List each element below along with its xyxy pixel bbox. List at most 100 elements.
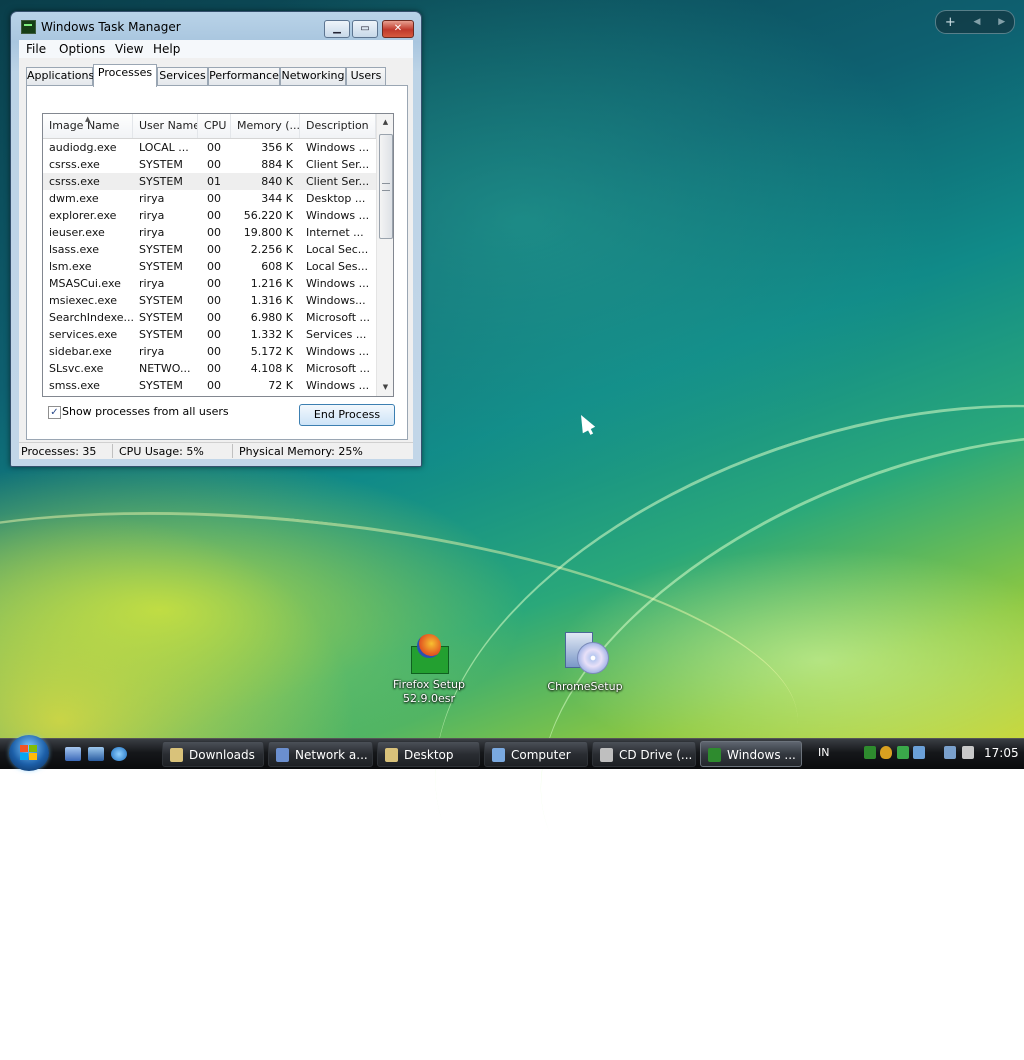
user-name-cell: SYSTEM — [139, 379, 183, 392]
menu-file[interactable]: File — [26, 42, 46, 56]
next-page-icon[interactable]: ▶ — [998, 17, 1005, 27]
menu-view[interactable]: View — [115, 42, 143, 56]
column-user-name[interactable]: User Name — [133, 114, 198, 138]
process-row[interactable]: msiexec.exe SYSTEM 00 1.316 K Windows... — [43, 292, 376, 309]
image-name-cell: sidebar.exe — [49, 345, 112, 358]
scroll-grip-icon — [382, 183, 390, 191]
taskbar-button[interactable]: Computer — [484, 741, 588, 767]
minimize-button[interactable]: ▁ — [324, 20, 350, 38]
security-shield-icon[interactable] — [880, 746, 892, 759]
internet-explorer-icon[interactable] — [111, 747, 127, 761]
process-row[interactable]: explorer.exe rirya 00 56.220 K Windows ... — [43, 207, 376, 224]
title-bar[interactable]: Windows Task Manager ▁ ▭ ✕ — [11, 12, 421, 40]
network-icon[interactable] — [944, 746, 956, 759]
taskbar-button[interactable]: CD Drive (... — [592, 741, 696, 767]
defender-icon[interactable] — [897, 746, 909, 759]
user-name-cell: SYSTEM — [139, 175, 183, 188]
description-cell: Windows ... — [306, 277, 370, 290]
cpu-cell: 00 — [207, 260, 221, 273]
clock[interactable]: 17:05 — [984, 746, 1019, 760]
start-button[interactable] — [9, 735, 49, 771]
process-list[interactable]: ▲ Image Name User Name CPU Memory (... D… — [42, 113, 394, 397]
close-button[interactable]: ✕ — [382, 20, 414, 38]
volume-muted-icon[interactable] — [962, 746, 974, 759]
column-memory[interactable]: Memory (... — [231, 114, 300, 138]
folder-icon — [170, 748, 183, 762]
tab-processes[interactable]: Processes — [93, 64, 157, 87]
taskbar-button[interactable]: Windows ... — [700, 741, 802, 767]
taskbar-button-label: Network a... — [295, 748, 368, 762]
cpu-cell: 00 — [207, 277, 221, 290]
description-cell: Desktop ... — [306, 192, 366, 205]
image-name-cell: explorer.exe — [49, 209, 117, 222]
memory-cell: 356 K — [261, 141, 293, 154]
show-desktop-icon[interactable] — [65, 747, 81, 761]
cpu-cell: 00 — [207, 311, 221, 324]
add-gadget-icon[interactable]: + — [945, 15, 956, 30]
memory-cell: 344 K — [261, 192, 293, 205]
process-row[interactable]: MSASCui.exe rirya 00 1.216 K Windows ... — [43, 275, 376, 292]
process-row[interactable]: lsass.exe SYSTEM 00 2.256 K Local Sec... — [43, 241, 376, 258]
description-cell: Microsoft ... — [306, 311, 371, 324]
process-row[interactable]: services.exe SYSTEM 00 1.332 K Services ... — [43, 326, 376, 343]
tab-users[interactable]: Users — [346, 67, 386, 85]
process-row[interactable]: smss.exe SYSTEM 00 72 K Windows ... — [43, 377, 376, 394]
network-icon — [276, 748, 289, 762]
column-image-name[interactable]: ▲ Image Name — [43, 114, 133, 138]
process-row[interactable]: lsm.exe SYSTEM 00 608 K Local Ses... — [43, 258, 376, 275]
user-name-cell: SYSTEM — [139, 328, 183, 341]
show-all-processes-checkbox[interactable]: ✓ — [48, 406, 61, 419]
status-cpu-usage: CPU Usage: 5% — [119, 445, 204, 458]
image-name-cell: audiodg.exe — [49, 141, 117, 154]
end-process-button[interactable]: End Process — [299, 404, 395, 426]
taskbar-button[interactable]: Downloads — [162, 741, 264, 767]
cpu-cell: 00 — [207, 294, 221, 307]
switch-windows-icon[interactable] — [88, 747, 104, 761]
taskbar-button[interactable]: Desktop — [377, 741, 480, 767]
process-row[interactable]: audiodg.exe LOCAL ... 00 356 K Windows ... — [43, 139, 376, 156]
user-name-cell: SYSTEM — [139, 294, 183, 307]
taskbar-button-label: CD Drive (... — [619, 748, 693, 762]
process-row[interactable]: sidebar.exe rirya 00 5.172 K Windows ... — [43, 343, 376, 360]
tab-performance[interactable]: Performance — [208, 67, 280, 85]
tab-applications[interactable]: Applications — [26, 67, 94, 85]
memory-cell: 5.172 K — [250, 345, 293, 358]
taskbar-button-label: Desktop — [404, 748, 454, 762]
user-name-cell: rirya — [139, 277, 165, 290]
task-manager-tray-icon[interactable] — [864, 746, 876, 759]
tab-services[interactable]: Services — [157, 67, 208, 85]
desktop-icon-chromesetup[interactable]: ChromeSetup — [540, 630, 630, 694]
status-processes: Processes: 35 — [21, 445, 97, 458]
memory-cell: 19.800 K — [243, 226, 293, 239]
process-row[interactable]: SLsvc.exe NETWO... 00 4.108 K Microsoft ... — [43, 360, 376, 377]
process-row[interactable]: dwm.exe rirya 00 344 K Desktop ... — [43, 190, 376, 207]
user-name-cell: LOCAL ... — [139, 141, 189, 154]
taskbar-button[interactable]: Network a... — [268, 741, 373, 767]
menu-options[interactable]: Options — [59, 42, 105, 56]
user-name-cell: SYSTEM — [139, 158, 183, 171]
process-row[interactable]: SearchIndexe... SYSTEM 00 6.980 K Microsoft … — [43, 309, 376, 326]
image-name-cell: MSASCui.exe — [49, 277, 121, 290]
desktop-icon-firefox-setup[interactable]: Firefox Setup 52.9.0esr — [384, 632, 474, 706]
scroll-thumb[interactable] — [379, 134, 393, 239]
safely-remove-icon[interactable] — [913, 746, 925, 759]
maximize-button[interactable]: ▭ — [352, 20, 378, 38]
user-name-cell: SYSTEM — [139, 311, 183, 324]
process-row[interactable]: csrss.exe SYSTEM 00 884 K Client Ser... — [43, 156, 376, 173]
window-title: Windows Task Manager — [41, 20, 181, 34]
previous-page-icon[interactable]: ◀ — [974, 17, 981, 27]
column-cpu[interactable]: CPU — [198, 114, 231, 138]
user-name-cell: SYSTEM — [139, 260, 183, 273]
process-row[interactable]: csrss.exe SYSTEM 01 840 K Client Ser... — [43, 173, 376, 190]
cpu-cell: 00 — [207, 141, 221, 154]
client-area: Applications Processes Services Performa… — [19, 58, 413, 458]
tab-networking[interactable]: Networking — [280, 67, 346, 85]
process-row[interactable]: ieuser.exe rirya 00 19.800 K Internet ... — [43, 224, 376, 241]
vertical-scrollbar[interactable]: ▲ ▼ — [376, 114, 393, 396]
scroll-up-icon[interactable]: ▲ — [377, 114, 393, 131]
cpu-cell: 00 — [207, 158, 221, 171]
scroll-down-icon[interactable]: ▼ — [377, 379, 393, 396]
language-indicator[interactable]: IN — [818, 746, 829, 759]
menu-help[interactable]: Help — [153, 42, 180, 56]
column-description[interactable]: Description — [300, 114, 376, 138]
